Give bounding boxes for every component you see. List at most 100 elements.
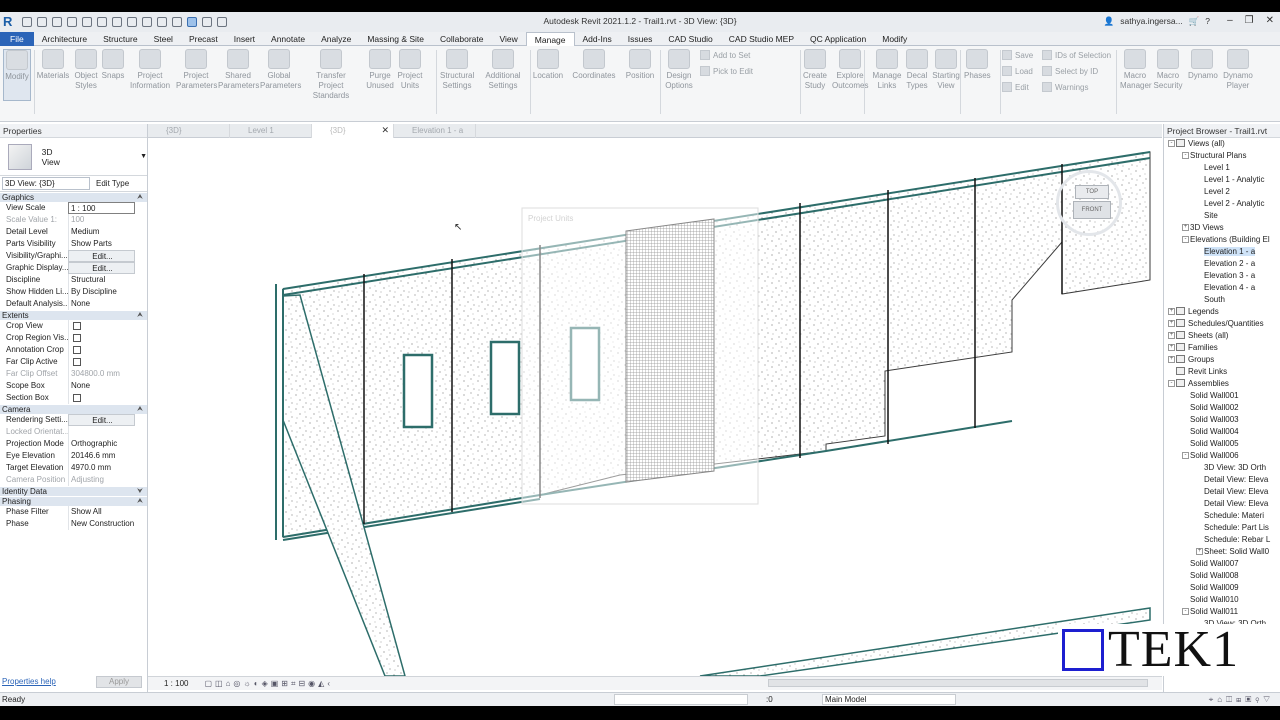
property-group-phasing[interactable]: Phasing	[0, 496, 147, 507]
browser-item[interactable]: Elevation 4 - a	[1164, 282, 1280, 294]
collapse-icon[interactable]: -	[1182, 452, 1189, 459]
expand-icon[interactable]: +	[1168, 356, 1175, 363]
browser-item[interactable]: Elevation 1 - a	[1164, 246, 1280, 258]
ribbon-button-modify[interactable]: Modify	[3, 49, 31, 101]
ribbon-tab-massing-site[interactable]: Massing & Site	[359, 32, 432, 46]
property-value[interactable]: By Discipline	[68, 286, 135, 298]
browser-item[interactable]: Detail View: Eleva	[1164, 474, 1280, 486]
property-group-identity-data[interactable]: Identity Data	[0, 486, 147, 497]
ribbon-tab-architecture[interactable]: Architecture	[34, 32, 95, 46]
browser-item[interactable]: Schedule: Materi	[1164, 510, 1280, 522]
ribbon-small-pick-to-edit[interactable]: Pick to Edit	[700, 66, 753, 76]
browser-item[interactable]: Solid Wall009	[1164, 582, 1280, 594]
ribbon-tab-file[interactable]: File	[0, 32, 34, 46]
collapse-icon[interactable]: -	[1168, 380, 1175, 387]
browser-item[interactable]: + Sheet: Solid Wall0	[1164, 546, 1280, 558]
user-icon[interactable]: 👤	[1104, 16, 1115, 27]
ribbon-small-ids-of-selection[interactable]: IDs of Selection	[1042, 50, 1111, 60]
browser-item[interactable]: - Assemblies	[1164, 378, 1280, 390]
browser-item[interactable]: Schedule: Part Lis	[1164, 522, 1280, 534]
ribbon-button-macro-manager[interactable]: Macro Manager	[1120, 49, 1152, 91]
browser-item[interactable]: Site	[1164, 210, 1280, 222]
browser-item[interactable]: Solid Wall010	[1164, 594, 1280, 606]
browser-item[interactable]: Schedule: Rebar L	[1164, 534, 1280, 546]
browser-item[interactable]: Level 2 - Analytic	[1164, 198, 1280, 210]
help-icon[interactable]: ?	[1205, 16, 1210, 27]
browser-item[interactable]: - Elevations (Building El	[1164, 234, 1280, 246]
browser-item[interactable]: Solid Wall003	[1164, 414, 1280, 426]
browser-item[interactable]: Solid Wall004	[1164, 426, 1280, 438]
browser-item[interactable]: Solid Wall007	[1164, 558, 1280, 570]
collapse-icon[interactable]: -	[1182, 236, 1189, 243]
browser-item[interactable]: - Structural Plans	[1164, 150, 1280, 162]
browser-item[interactable]: Detail View: Eleva	[1164, 498, 1280, 510]
property-edit-button[interactable]: Edit...	[68, 250, 135, 262]
checkbox[interactable]	[73, 322, 81, 330]
chevron-down-icon[interactable]: ▼	[140, 153, 147, 160]
property-checkbox[interactable]	[68, 356, 135, 368]
property-value[interactable]: None	[68, 380, 135, 392]
browser-item[interactable]: Elevation 3 - a	[1164, 270, 1280, 282]
ribbon-button-shared-parameters[interactable]: Shared Parameters	[218, 49, 259, 91]
ribbon-button-create-study[interactable]: Create Study	[800, 49, 830, 91]
view-control-icons[interactable]: ▢◫⌂◎☼◐◈▣⊞⌗⊟◉◭‹	[204, 679, 333, 689]
property-group-camera[interactable]: Camera	[0, 404, 147, 415]
type-selector[interactable]: 3D View ▼	[0, 138, 147, 176]
ribbon-button-phases[interactable]: Phases	[964, 49, 991, 81]
restore-icon[interactable]: ❐	[1245, 15, 1254, 26]
property-value[interactable]: Show Parts	[68, 238, 135, 250]
view-tab[interactable]: Elevation 1 - a	[394, 124, 476, 138]
close-tab-icon[interactable]: ✕	[381, 124, 389, 137]
ribbon-button-object-styles[interactable]: Object Styles	[72, 49, 100, 91]
ribbon-button-purge-unused[interactable]: Purge Unused	[366, 49, 394, 91]
browser-item[interactable]: - Solid Wall006	[1164, 450, 1280, 462]
ribbon-button-project-information[interactable]: Project Information	[130, 49, 170, 91]
view-tab[interactable]: {3D}	[148, 124, 230, 138]
ribbon-tab-cad-studio-mep[interactable]: CAD Studio MEP	[721, 32, 802, 46]
ribbon-tab-annotate[interactable]: Annotate	[263, 32, 313, 46]
ribbon-button-explore-outcomes[interactable]: Explore Outcomes	[832, 49, 868, 91]
ribbon-button-manage-links[interactable]: Manage Links	[872, 49, 902, 91]
ribbon-tab-add-ins[interactable]: Add-Ins	[575, 32, 620, 46]
browser-item[interactable]: Revit Links	[1164, 366, 1280, 378]
edit-type-button[interactable]: Edit Type	[96, 179, 129, 188]
minimize-icon[interactable]: –	[1227, 15, 1233, 26]
ribbon-button-project-units[interactable]: Project Units	[396, 49, 424, 91]
expand-icon[interactable]: +	[1168, 332, 1175, 339]
expand-icon[interactable]: +	[1182, 224, 1189, 231]
checkbox[interactable]	[73, 358, 81, 366]
ribbon-button-dynamo-player[interactable]: Dynamo Player	[1222, 49, 1254, 91]
ribbon-tab-view[interactable]: View	[492, 32, 526, 46]
selection-filter-icons[interactable]: ⌖⌂◫⊞▣⚲▽	[1209, 693, 1274, 706]
browser-item[interactable]: + Groups	[1164, 354, 1280, 366]
browser-item[interactable]: + Schedules/Quantities	[1164, 318, 1280, 330]
view-cube-front[interactable]: FRONT	[1073, 201, 1111, 219]
ribbon-tab-qc-application[interactable]: QC Application	[802, 32, 874, 46]
property-edit-button[interactable]: Edit...	[68, 414, 135, 426]
ribbon-tab-analyze[interactable]: Analyze	[313, 32, 359, 46]
browser-item[interactable]: Solid Wall008	[1164, 570, 1280, 582]
browser-item[interactable]: Level 2	[1164, 186, 1280, 198]
browser-item[interactable]: 3D View: 3D Orth	[1164, 462, 1280, 474]
ribbon-button-coordinates[interactable]: Coordinates	[572, 49, 616, 81]
property-checkbox[interactable]	[68, 320, 135, 332]
expand-icon[interactable]: +	[1168, 320, 1175, 327]
ribbon-button-starting-view[interactable]: Starting View	[930, 49, 962, 91]
view-tab[interactable]: Level 1	[230, 124, 312, 138]
browser-item[interactable]: - Solid Wall011	[1164, 606, 1280, 618]
view-scale[interactable]: 1 : 100	[164, 679, 188, 688]
ribbon-small-load[interactable]: Load	[1002, 66, 1033, 76]
user-name[interactable]: sathya.ingersa...	[1120, 16, 1182, 27]
drawing-area[interactable]: Project Units TOP FRONT ↖	[148, 138, 1162, 676]
ribbon-small-warnings[interactable]: Warnings	[1042, 82, 1089, 92]
ribbon-tab-precast[interactable]: Precast	[181, 32, 226, 46]
browser-item[interactable]: Detail View: Eleva	[1164, 486, 1280, 498]
property-value[interactable]: 1 : 100	[68, 202, 135, 214]
view-cube-top[interactable]: TOP	[1075, 185, 1109, 199]
property-value[interactable]: Show All	[68, 506, 135, 518]
ribbon-button-snaps[interactable]: Snaps	[100, 49, 126, 81]
browser-item[interactable]: Solid Wall005	[1164, 438, 1280, 450]
browser-item[interactable]: Level 1 - Analytic	[1164, 174, 1280, 186]
ribbon-button-structural-settings[interactable]: Structural Settings	[440, 49, 474, 91]
collapse-icon[interactable]: -	[1182, 608, 1189, 615]
